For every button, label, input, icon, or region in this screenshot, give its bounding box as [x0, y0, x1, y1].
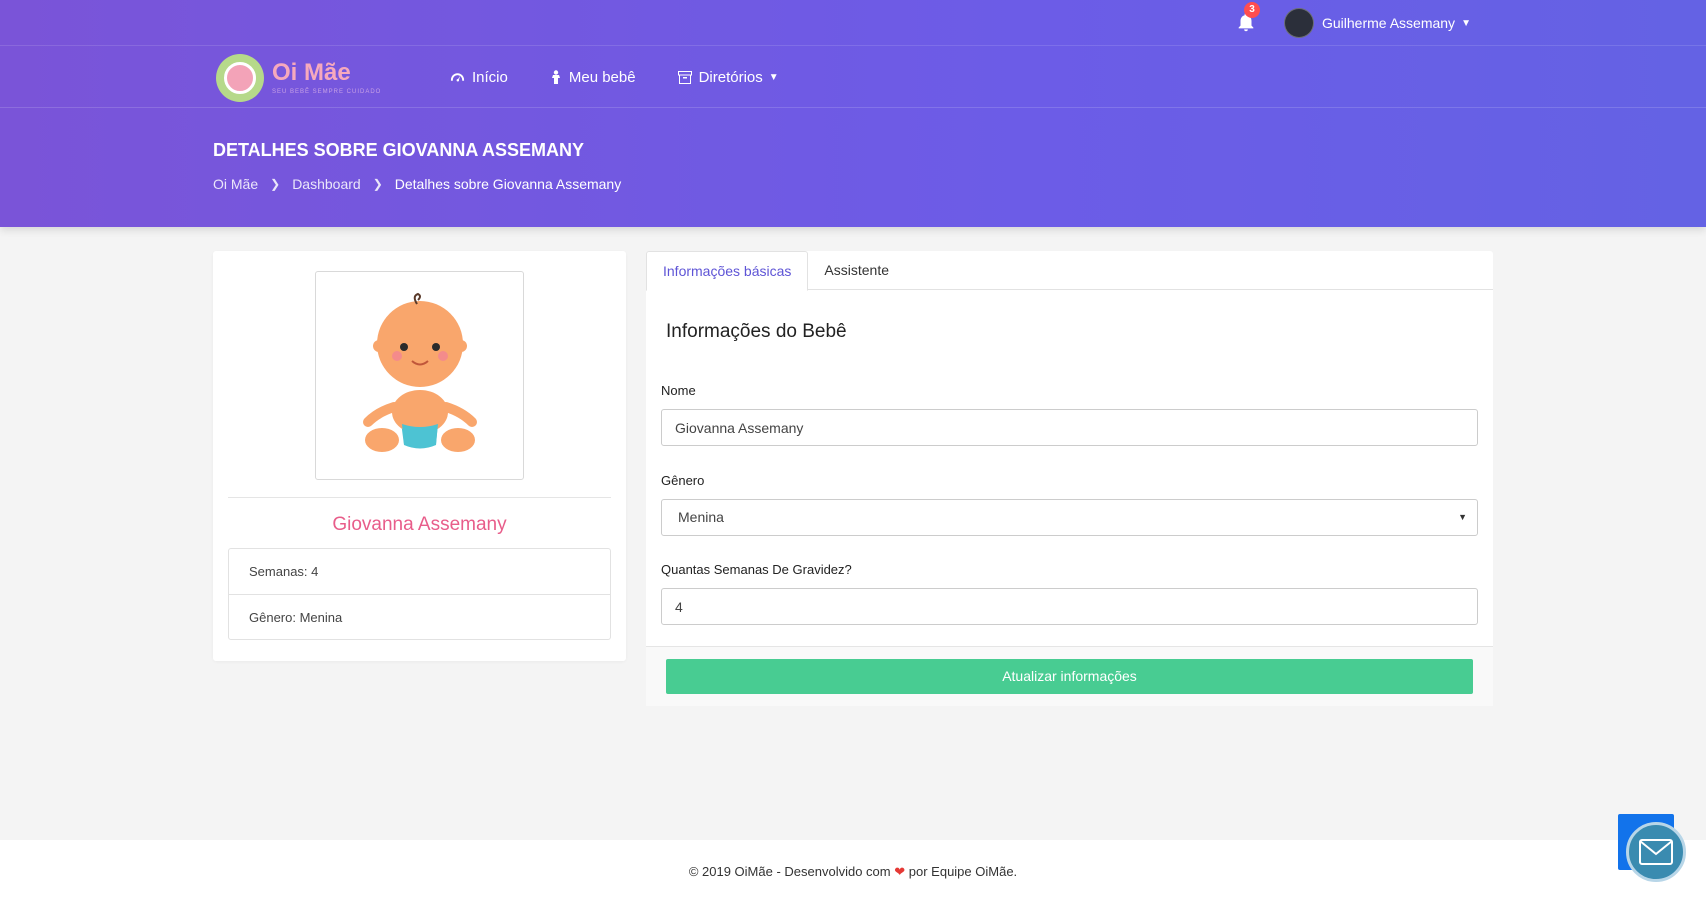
info-card: Informações básicas Assistente Informaçõ…: [646, 251, 1493, 706]
weeks-field[interactable]: [661, 588, 1478, 625]
page-title: DETALHES SOBRE GIOVANNA ASSEMANY: [213, 140, 585, 160]
tab-assistant[interactable]: Assistente: [808, 251, 905, 290]
nav-label-diretorios: Diretórios: [698, 68, 763, 86]
tab-bar: Informações básicas Assistente: [646, 251, 1493, 291]
page-footer: © 2019 OiMãe - Desenvolvido com ❤ por Eq…: [0, 840, 1706, 903]
user-name: Guilherme Assemany: [1322, 15, 1456, 31]
chat-widget-button[interactable]: [1626, 822, 1686, 882]
profile-card: Giovanna Assemany Semanas: 4 Gênero: Men…: [213, 251, 626, 661]
baby-illustration: [363, 292, 477, 452]
form-footer: Atualizar informações: [646, 646, 1493, 706]
form-title: Informações do Bebê: [666, 321, 847, 342]
name-field[interactable]: [661, 409, 1478, 446]
nav-item-meu-bebe[interactable]: Meu bebê: [550, 69, 636, 86]
footer-text-suffix: por Equipe OiMãe.: [908, 864, 1018, 879]
baby-photo: [315, 271, 524, 480]
list-item-weeks: Semanas: 4: [249, 564, 319, 579]
nav-label-meu-bebe: Meu bebê: [568, 68, 636, 86]
mail-icon: [1639, 839, 1673, 865]
name-label: Nome: [661, 383, 696, 398]
logo-name: Oi Mãe: [272, 59, 351, 86]
baby-icon: [551, 70, 560, 84]
top-bar: 3 Guilherme Assemany ▼: [0, 0, 1706, 46]
chevron-down-icon: ▼: [1461, 17, 1471, 29]
user-menu[interactable]: Guilherme Assemany ▼: [1284, 8, 1471, 38]
chevron-down-icon: ▼: [768, 71, 779, 83]
nav-label-inicio: Início: [472, 68, 508, 86]
gender-select-value: Menina: [678, 509, 724, 525]
breadcrumb-item[interactable]: Oi Mãe: [213, 176, 258, 192]
dashboard-icon: [450, 73, 465, 82]
profile-info-list: Semanas: 4 Gênero: Menina: [228, 548, 611, 640]
footer-text-prefix: © 2019 OiMãe - Desenvolvido com: [688, 864, 891, 879]
logo-tagline: SEU BEBÊ SEMPRE CUIDADO: [272, 89, 382, 95]
main-nav: Oi Mãe SEU BEBÊ SEMPRE CUIDADO Início Me…: [0, 46, 1706, 108]
gender-select[interactable]: Menina ▼: [661, 499, 1478, 536]
nav-menu: Início Meu bebê Diretórios ▼: [450, 46, 821, 108]
logo-mark: [216, 54, 264, 102]
chevron-right-icon: ❯: [372, 177, 383, 191]
caret-down-icon: ▼: [1458, 512, 1467, 522]
breadcrumb-item[interactable]: Dashboard: [292, 176, 361, 192]
baby-name: Giovanna Assemany: [332, 514, 507, 535]
archive-icon: [677, 70, 692, 84]
list-item-gender: Gênero: Menina: [229, 594, 610, 639]
weeks-label: Quantas Semanas De Gravidez?: [661, 562, 852, 577]
header: 3 Guilherme Assemany ▼ Oi Mãe SEU BEBÊ S…: [0, 0, 1706, 227]
divider: [228, 497, 611, 498]
avatar: [1284, 8, 1314, 38]
logo[interactable]: Oi Mãe SEU BEBÊ SEMPRE CUIDADO: [216, 54, 381, 102]
tab-basic-info[interactable]: Informações básicas: [646, 251, 809, 291]
nav-item-inicio[interactable]: Início: [450, 69, 508, 86]
nav-item-diretorios[interactable]: Diretórios ▼: [677, 68, 779, 86]
breadcrumb: Oi Mãe ❯ Dashboard ❯ Detalhes sobre Giov…: [213, 176, 621, 192]
chevron-right-icon: ❯: [270, 177, 281, 191]
heart-icon: ❤: [894, 864, 906, 879]
notification-count-badge: 3: [1244, 2, 1260, 18]
breadcrumb-current: Detalhes sobre Giovanna Assemany: [394, 176, 622, 192]
gender-label: Gênero: [661, 473, 705, 488]
update-info-button[interactable]: Atualizar informações: [666, 659, 1473, 694]
